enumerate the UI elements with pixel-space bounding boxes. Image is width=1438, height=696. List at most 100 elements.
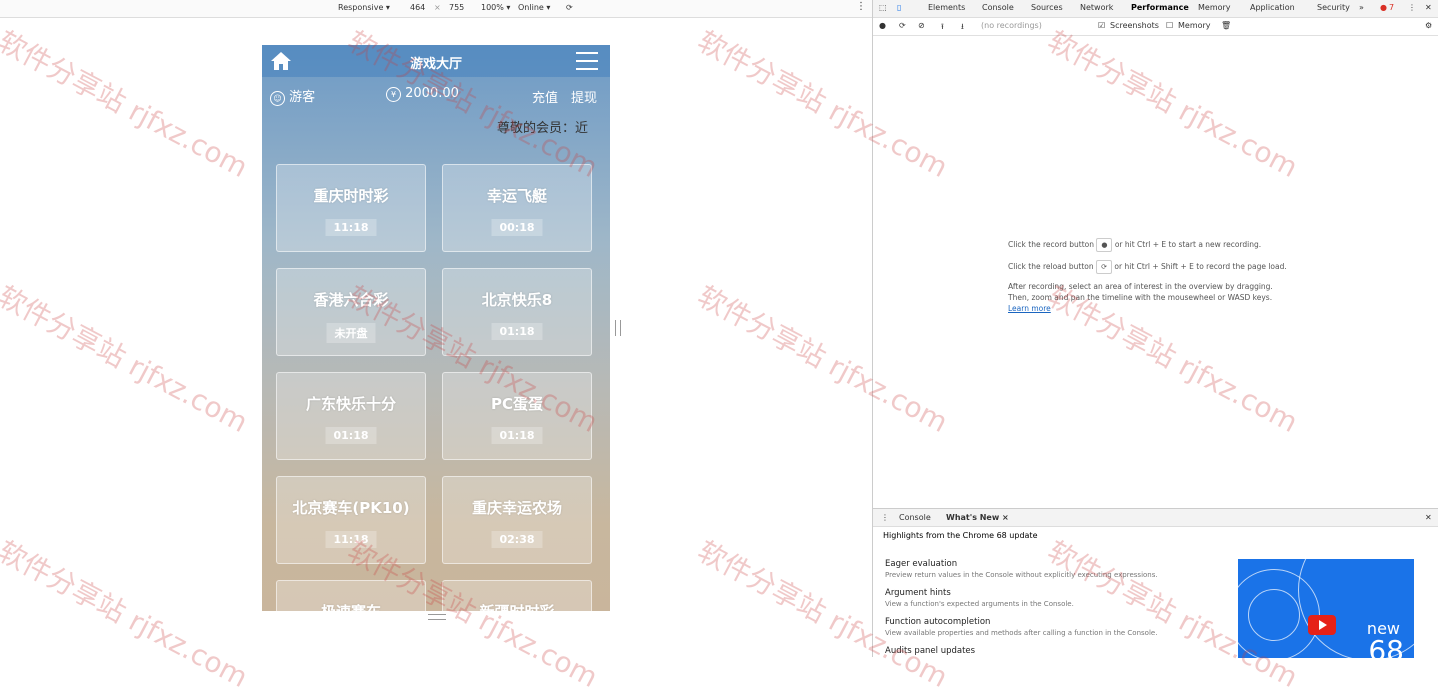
learn-more-link[interactable]: Learn more: [1008, 304, 1051, 313]
instruction-text: Click the record button: [1008, 240, 1095, 249]
game-countdown: 01:18: [325, 427, 377, 444]
performance-toolbar: ● ⟳ ⊘ ⭱ ⭳ (no recordings) ☑ Screenshots …: [873, 18, 1438, 36]
game-countdown: 00:18: [491, 219, 543, 236]
more-tabs-button[interactable]: »: [1359, 3, 1364, 12]
network-select[interactable]: Online ▾: [518, 3, 550, 12]
dimension-separator: ×: [434, 3, 441, 12]
rotate-icon[interactable]: ⟳: [566, 3, 573, 12]
game-name: 极速赛车: [277, 601, 425, 611]
memory-checkbox[interactable]: ☐: [1166, 21, 1173, 30]
user-icon: ☺: [270, 91, 285, 106]
withdraw-link[interactable]: 提现: [571, 87, 597, 106]
game-countdown: 未开盘: [326, 323, 376, 343]
game-card[interactable]: 极速赛车: [276, 580, 426, 611]
game-card[interactable]: 幸运飞艇 00:18: [442, 164, 592, 252]
drawer-tab-whatsnew[interactable]: What's New ×: [946, 513, 1009, 522]
record-icon[interactable]: ●: [879, 21, 886, 30]
game-name: 北京赛车(PK10): [292, 499, 410, 517]
width-input[interactable]: 464: [410, 3, 425, 12]
error-icon[interactable]: ●: [1380, 3, 1387, 12]
game-name: 幸运飞艇: [486, 187, 547, 205]
inspect-icon[interactable]: ⬚: [879, 3, 887, 12]
device-toggle-icon[interactable]: ▯: [897, 3, 901, 12]
item-title: Eager evaluation: [885, 559, 958, 569]
error-count: 7: [1389, 3, 1395, 12]
item-title: Audits panel updates: [885, 646, 976, 656]
balance-amount: 2000.00: [405, 86, 459, 101]
user-bar: ☺ 游客 ¥ 2000.00 充值 提现: [262, 83, 610, 107]
record-button[interactable]: ●: [1096, 238, 1113, 252]
download-icon[interactable]: ⭳: [961, 21, 964, 35]
list-item[interactable]: Audits panel updates: [885, 646, 975, 656]
tab-elements[interactable]: Elements: [928, 3, 965, 12]
balance-info: ¥ 2000.00: [386, 86, 459, 102]
item-desc: View available properties and methods af…: [885, 629, 1158, 637]
tab-security[interactable]: Security: [1317, 3, 1350, 12]
game-countdown: 01:18: [491, 427, 543, 444]
game-card[interactable]: 新疆时时彩: [442, 580, 592, 611]
game-card[interactable]: 重庆时时彩 11:18: [276, 164, 426, 252]
tab-network[interactable]: Network: [1080, 3, 1113, 12]
game-card[interactable]: 北京快乐8 01:18: [442, 268, 592, 356]
game-countdown: 11:18: [325, 531, 377, 548]
game-card[interactable]: 重庆幸运农场 02:38: [442, 476, 592, 564]
menu-icon[interactable]: [576, 52, 598, 70]
tab-performance[interactable]: Performance: [1131, 3, 1189, 12]
memory-label: Memory: [1178, 21, 1211, 30]
game-countdown: 11:18: [325, 219, 377, 236]
game-card[interactable]: PC蛋蛋 01:18: [442, 372, 592, 460]
screenshots-checkbox[interactable]: ☑: [1098, 21, 1105, 30]
close-icon[interactable]: ✕: [1425, 3, 1432, 12]
list-item[interactable]: Function autocompletion View available pr…: [885, 617, 1157, 637]
clear-icon[interactable]: ⊘: [918, 21, 925, 30]
drawer-tabbar: ⋮ Console What's New × ✕: [873, 509, 1438, 527]
list-item[interactable]: Eager evaluation Preview return values in…: [885, 559, 1158, 579]
page-header: 游戏大厅: [262, 45, 610, 77]
upload-icon[interactable]: ⭱: [941, 21, 944, 35]
game-name: 重庆时时彩: [313, 187, 389, 205]
height-input[interactable]: 755: [449, 3, 464, 12]
tab-sources[interactable]: Sources: [1031, 3, 1063, 12]
instruction-text: Then, zoom and pan the timeline with the…: [1008, 293, 1273, 302]
recharge-link[interactable]: 充值: [532, 87, 558, 106]
tab-console[interactable]: Console: [982, 3, 1014, 12]
item-title: Argument hints: [885, 588, 951, 598]
game-name: 北京快乐8: [481, 291, 553, 309]
tab-application[interactable]: Application: [1250, 3, 1295, 12]
play-icon[interactable]: [1308, 615, 1336, 635]
settings-icon[interactable]: ⚙: [1425, 21, 1432, 30]
zoom-select[interactable]: 100% ▾: [481, 3, 510, 12]
game-card[interactable]: 香港六合彩 未开盘: [276, 268, 426, 356]
drawer-tab-console[interactable]: Console: [899, 513, 931, 522]
devtools-menu-icon[interactable]: ⋮: [1408, 3, 1416, 12]
game-name: 香港六合彩: [313, 291, 389, 309]
recordings-select[interactable]: (no recordings): [981, 21, 1042, 30]
game-card[interactable]: 北京赛车(PK10) 11:18: [276, 476, 426, 564]
item-title: Function autocompletion: [885, 617, 991, 627]
notice-marquee: 尊敬的会员：近: [496, 121, 588, 136]
game-name: PC蛋蛋: [490, 395, 543, 413]
trash-icon[interactable]: 🗑: [1221, 21, 1231, 30]
resize-handle-bottom[interactable]: [428, 614, 446, 620]
promo-version: 68: [1368, 634, 1404, 659]
device-toolbar: Responsive ▾ 464 × 755 100% ▾ Online ▾ ⟳…: [0, 0, 872, 18]
viewport-area: Responsive ▾ 464 × 755 100% ▾ Online ▾ ⟳…: [0, 0, 872, 657]
game-countdown: 01:18: [491, 323, 543, 340]
yen-icon: ¥: [386, 87, 401, 102]
device-select[interactable]: Responsive ▾: [338, 3, 390, 12]
game-card[interactable]: 广东快乐十分 01:18: [276, 372, 426, 460]
tab-memory[interactable]: Memory: [1198, 3, 1231, 12]
screenshots-label: Screenshots: [1110, 21, 1159, 30]
drawer-close-icon[interactable]: ✕: [1425, 513, 1432, 522]
more-options-icon[interactable]: ⋮: [856, 1, 866, 12]
reload-button[interactable]: ⟳: [1096, 260, 1113, 274]
game-name: 广东快乐十分: [305, 395, 396, 413]
resize-handle-right[interactable]: [615, 320, 621, 336]
drawer-menu-icon[interactable]: ⋮: [881, 513, 889, 522]
list-item[interactable]: Argument hints View a function's expected…: [885, 588, 1074, 608]
whatsnew-video[interactable]: new 68: [1238, 559, 1414, 658]
game-countdown: 02:38: [491, 531, 543, 548]
reload-record-icon[interactable]: ⟳: [899, 21, 906, 30]
item-desc: View a function's expected arguments in …: [885, 600, 1074, 608]
devtools-panel: ⬚ ▯ Elements Console Sources Network Per…: [873, 0, 1438, 658]
